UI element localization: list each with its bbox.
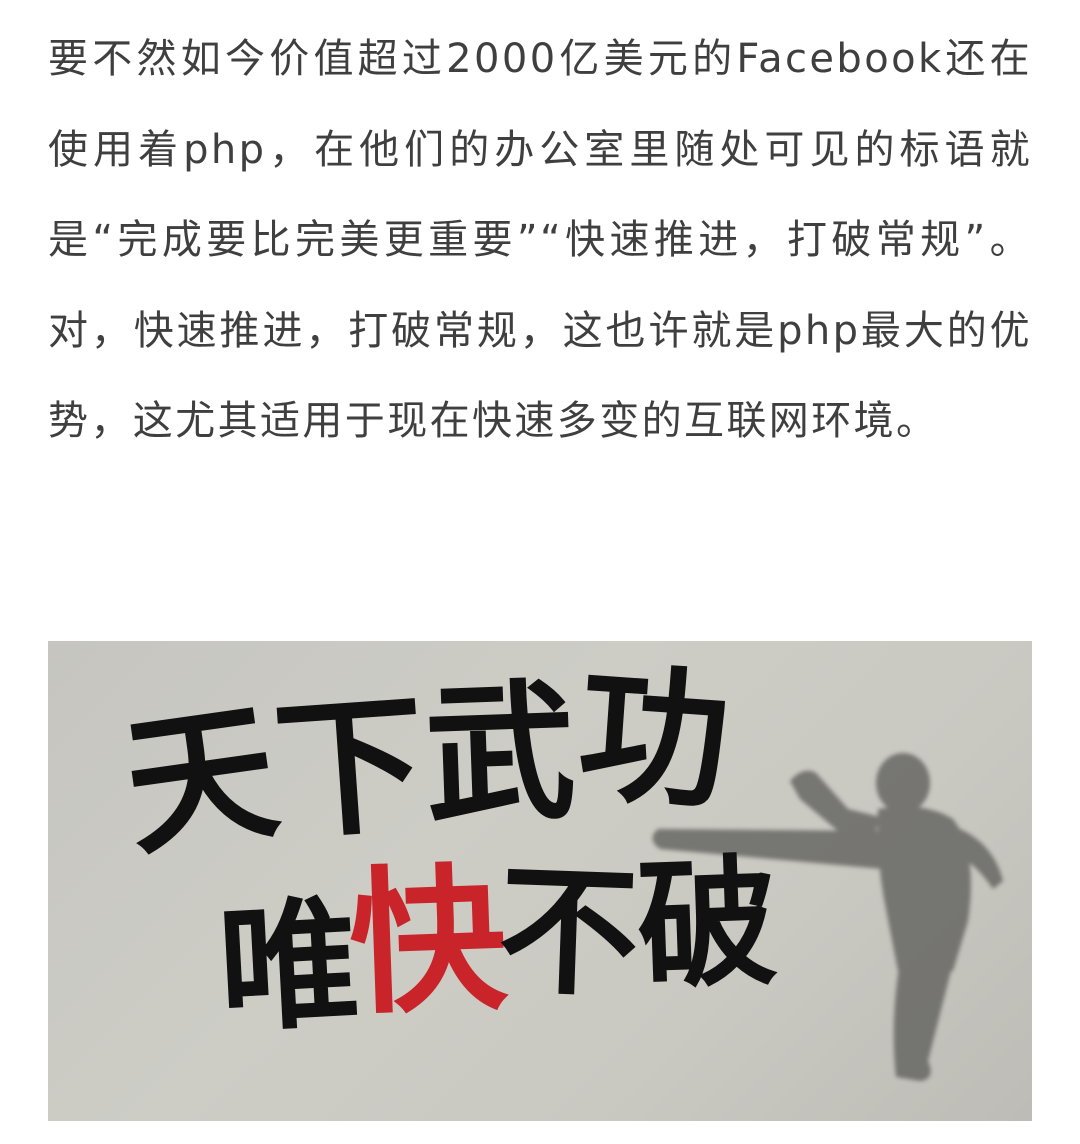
article-image: 天下武功 唯快不破 <box>48 641 1032 1121</box>
calligraphy-char: 破 <box>634 840 781 1010</box>
calligraphy-char: 功 <box>573 645 735 832</box>
calligraphy-char-accent: 快 <box>346 848 510 1038</box>
calligraphy-char: 不 <box>495 848 642 1018</box>
article-body: 要不然如今价值超过2000亿美元的Facebook还在使用着php，在他们的办公… <box>48 0 1032 467</box>
calligraphy-char: 唯 <box>214 881 364 1053</box>
calligraphy-line-2: 唯快不破 <box>215 841 780 1053</box>
calligraphy-char: 天 <box>114 682 288 878</box>
calligraphy-char: 武 <box>422 663 579 845</box>
calligraphy-char: 下 <box>269 675 432 862</box>
article-paragraph: 要不然如今价值超过2000亿美元的Facebook还在使用着php，在他们的办公… <box>48 36 1032 444</box>
calligraphy-line-1: 天下武功 <box>114 645 734 877</box>
